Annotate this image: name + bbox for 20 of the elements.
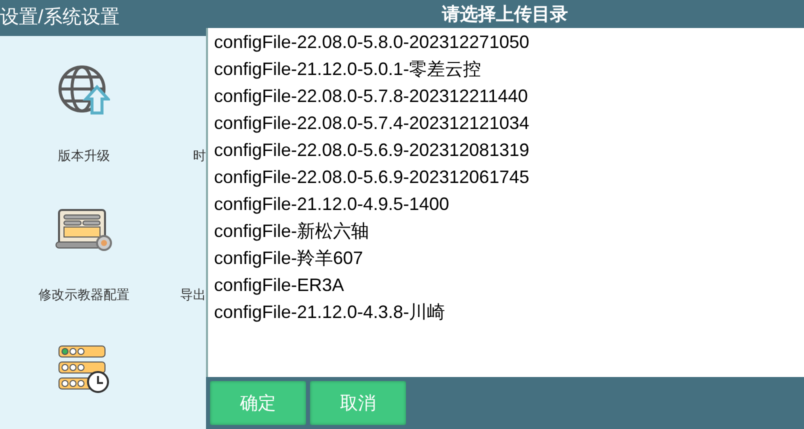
directory-item[interactable]: configFile-22.08.0-5.7.4-202312121034 (214, 110, 804, 137)
globe-upload-icon (58, 65, 110, 117)
directory-item[interactable]: configFile-22.08.0-5.8.0-202312271050 (214, 29, 804, 56)
tile-label[interactable]: 导出 (180, 285, 206, 304)
directory-item[interactable]: configFile-21.12.0-5.0.1-零差云控 (214, 56, 804, 83)
laptop-gear-icon (55, 208, 113, 252)
directory-item[interactable]: configFile-羚羊607 (214, 245, 804, 272)
directory-item[interactable]: configFile-22.08.0-5.7.8-202312211440 (214, 83, 804, 110)
tile-label[interactable]: 修改示教器配置 (38, 285, 130, 304)
directory-item[interactable]: configFile-22.08.0-5.6.9-202312061745 (214, 164, 804, 191)
directory-item[interactable]: configFile-ER3A (214, 272, 804, 299)
directory-item[interactable]: configFile-21.12.0-4.3.8-川崎 (214, 299, 804, 326)
tile-label[interactable]: 版本升级 (58, 146, 110, 166)
dialog-title: 请选择上传目录 (442, 2, 568, 26)
page-title: 设置/系统设置 (0, 6, 120, 30)
directory-item[interactable]: configFile-新松六轴 (214, 218, 804, 245)
directory-item[interactable]: configFile-21.12.0-4.9.5-1400 (214, 191, 804, 218)
server-clock-icon (58, 344, 110, 394)
directory-item[interactable]: configFile-22.08.0-5.6.9-202312081319 (214, 137, 804, 164)
tile-label[interactable]: 时 (193, 146, 206, 166)
